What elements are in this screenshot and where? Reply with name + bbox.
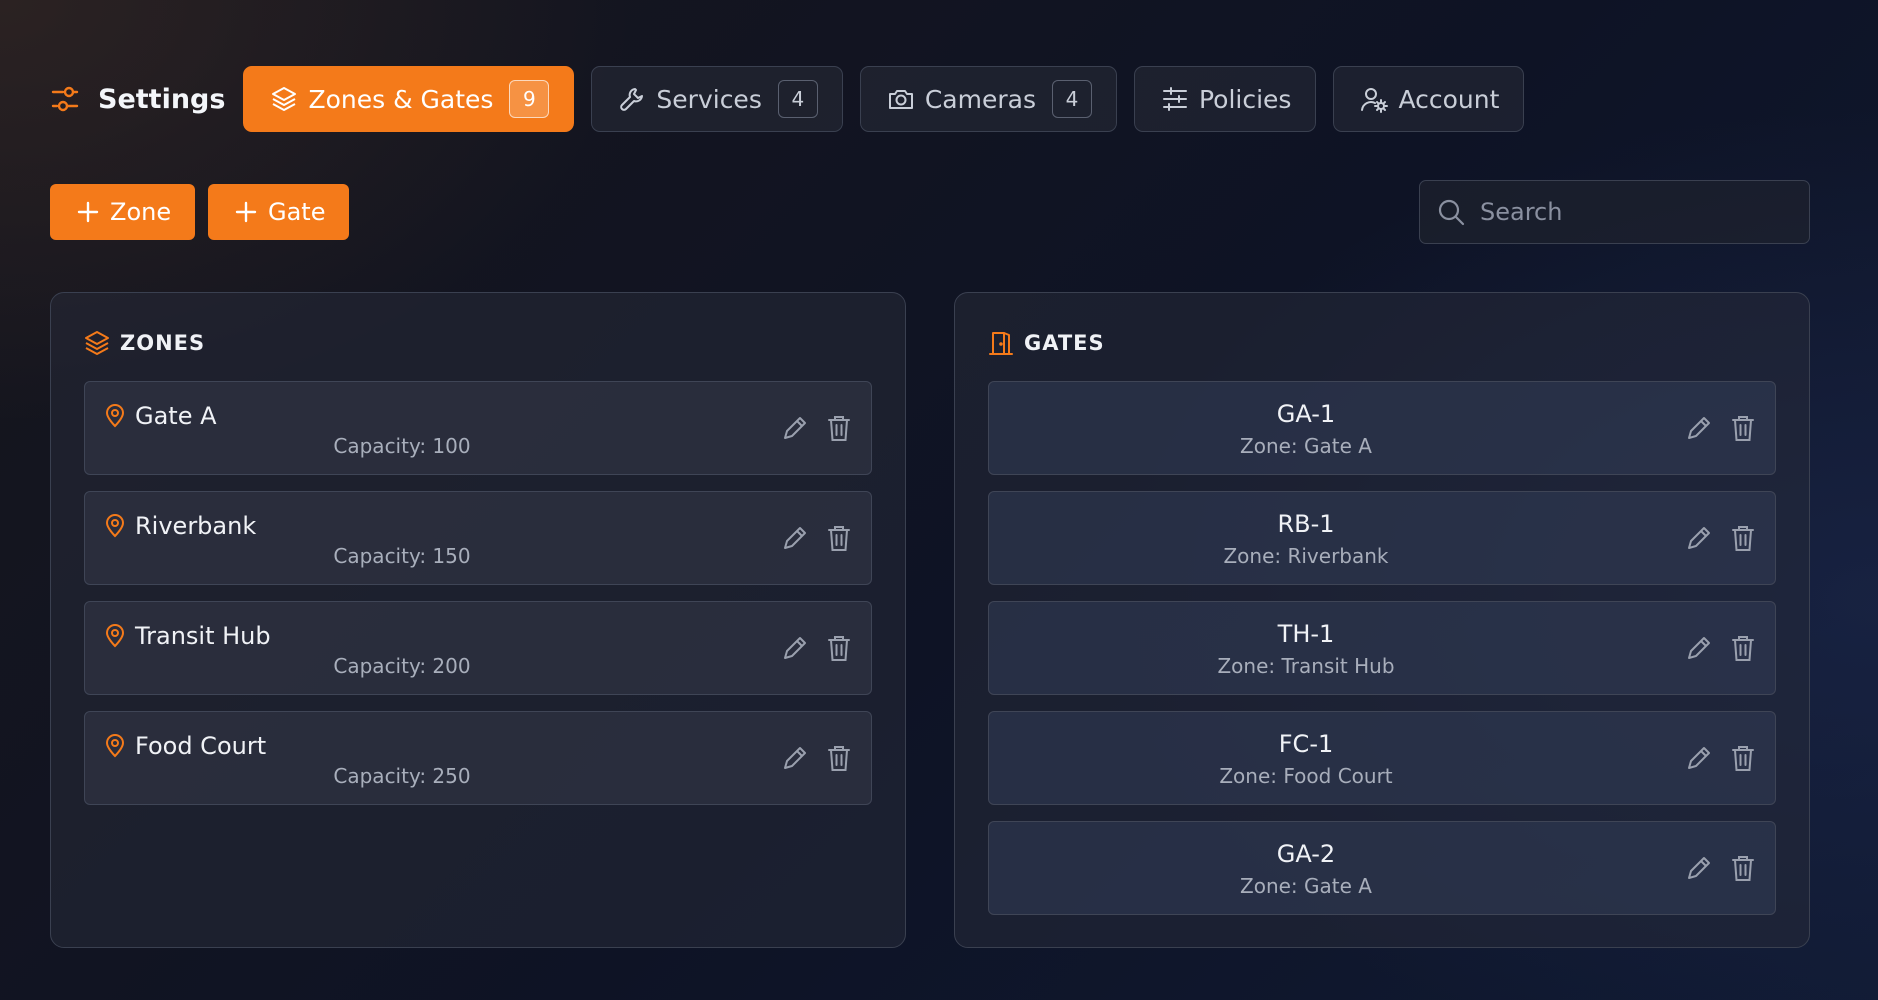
add-zone-button[interactable]: Zone	[50, 184, 196, 240]
search-box[interactable]	[1419, 180, 1810, 244]
trash-icon[interactable]	[1727, 632, 1759, 664]
add-zone-label: Zone	[110, 198, 172, 226]
gate-zone: Zone: Transit Hub	[1217, 654, 1395, 678]
tab-policies[interactable]: Policies	[1133, 66, 1317, 132]
tab-count-badge: 9	[509, 80, 550, 118]
zones-panel: ZONES Gate A Capacity: 100 Riverbank Cap…	[50, 292, 906, 948]
search-icon	[1438, 199, 1465, 226]
row-actions	[1671, 632, 1759, 664]
gate-name: FC-1	[1278, 730, 1334, 758]
trash-icon[interactable]	[823, 632, 855, 664]
tab-label: Account	[1398, 84, 1500, 114]
trash-icon[interactable]	[823, 412, 855, 444]
tab-zones-gates[interactable]: Zones & Gates 9	[243, 66, 575, 132]
user-gear-icon	[1361, 88, 1389, 113]
edit-pencil-icon[interactable]	[779, 412, 811, 444]
door-icon	[989, 332, 1013, 355]
settings-sliders-icon	[51, 86, 79, 112]
top-bar: Settings Zones & Gates 9 Services 4 Came…	[50, 66, 1541, 132]
tab-label: Policies	[1198, 84, 1292, 114]
trash-icon[interactable]	[823, 522, 855, 554]
tab-account[interactable]: Account	[1333, 66, 1525, 132]
zone-row[interactable]: Gate A Capacity: 100	[84, 381, 872, 475]
zones-header: ZONES	[83, 329, 205, 357]
map-pin-icon	[105, 404, 125, 428]
gate-zone: Zone: Gate A	[1240, 434, 1372, 458]
add-gate-button[interactable]: Gate	[208, 184, 350, 240]
row-actions	[1671, 522, 1759, 554]
zone-name: Food Court	[135, 732, 267, 760]
gate-name: TH-1	[1277, 620, 1335, 648]
gate-zone: Zone: Gate A	[1240, 874, 1372, 898]
gates-panel: GATES GA-1 Zone: Gate A RB-1 Zone: River…	[954, 292, 1810, 948]
zone-capacity: Capacity: 100	[333, 434, 471, 458]
zone-row[interactable]: Riverbank Capacity: 150	[84, 491, 872, 585]
tab-count-badge: 4	[777, 80, 818, 118]
gates-title: GATES	[1024, 331, 1105, 355]
tab-services[interactable]: Services 4	[591, 66, 843, 132]
gate-zone: Zone: Riverbank	[1223, 544, 1389, 568]
zone-name: Transit Hub	[135, 622, 271, 650]
plus-icon	[235, 201, 257, 223]
row-actions	[767, 742, 855, 774]
zone-name: Gate A	[135, 402, 217, 430]
camera-icon	[888, 90, 913, 109]
settings-title: Settings	[50, 84, 225, 115]
layers-icon	[85, 331, 109, 355]
edit-pencil-icon[interactable]	[1683, 742, 1715, 774]
row-actions	[767, 412, 855, 444]
tab-label: Cameras	[924, 84, 1036, 114]
zone-capacity: Capacity: 250	[333, 764, 471, 788]
edit-pencil-icon[interactable]	[1683, 632, 1715, 664]
tab-label: Zones & Gates	[308, 84, 494, 114]
gate-name: RB-1	[1277, 510, 1335, 538]
edit-pencil-icon[interactable]	[1683, 412, 1715, 444]
plus-icon	[77, 201, 99, 223]
map-pin-icon	[105, 624, 125, 648]
gates-header: GATES	[987, 329, 1105, 357]
gate-row[interactable]: GA-2 Zone: Gate A	[988, 821, 1776, 915]
edit-pencil-icon[interactable]	[1683, 522, 1715, 554]
edit-pencil-icon[interactable]	[779, 632, 811, 664]
zone-capacity: Capacity: 200	[333, 654, 471, 678]
map-pin-icon	[105, 514, 125, 538]
zone-row[interactable]: Transit Hub Capacity: 200	[84, 601, 872, 695]
row-actions	[767, 522, 855, 554]
gate-name: GA-1	[1276, 400, 1336, 428]
row-actions	[1671, 852, 1759, 884]
gate-row[interactable]: RB-1 Zone: Riverbank	[988, 491, 1776, 585]
search-input[interactable]	[1480, 198, 1809, 226]
row-actions	[1671, 742, 1759, 774]
tab-cameras[interactable]: Cameras 4	[859, 66, 1117, 132]
zone-row[interactable]: Food Court Capacity: 250	[84, 711, 872, 805]
gate-name: GA-2	[1276, 840, 1336, 868]
zones-title: ZONES	[120, 331, 206, 355]
tab-label: Services	[656, 84, 762, 114]
gates-list: GA-1 Zone: Gate A RB-1 Zone: Riverbank T…	[988, 381, 1776, 931]
trash-icon[interactable]	[1727, 742, 1759, 774]
trash-icon[interactable]	[1727, 412, 1759, 444]
wrench-icon	[620, 88, 644, 111]
zone-name: Riverbank	[135, 512, 257, 540]
tab-count-badge: 4	[1051, 80, 1092, 118]
row-actions	[1671, 412, 1759, 444]
zones-list: Gate A Capacity: 100 Riverbank Capacity:…	[84, 381, 872, 821]
gate-row[interactable]: GA-1 Zone: Gate A	[988, 381, 1776, 475]
layers-icon	[272, 87, 297, 111]
trash-icon[interactable]	[1727, 522, 1759, 554]
row-actions	[767, 632, 855, 664]
trash-icon[interactable]	[823, 742, 855, 774]
gate-row[interactable]: FC-1 Zone: Food Court	[988, 711, 1776, 805]
trash-icon[interactable]	[1727, 852, 1759, 884]
edit-pencil-icon[interactable]	[779, 522, 811, 554]
sliders-icon	[1162, 87, 1187, 111]
map-pin-icon	[105, 734, 125, 758]
zone-capacity: Capacity: 150	[333, 544, 471, 568]
gate-row[interactable]: TH-1 Zone: Transit Hub	[988, 601, 1776, 695]
add-gate-label: Gate	[268, 198, 326, 226]
edit-pencil-icon[interactable]	[1683, 852, 1715, 884]
page-title: Settings	[98, 83, 226, 115]
gate-zone: Zone: Food Court	[1219, 764, 1393, 788]
edit-pencil-icon[interactable]	[779, 742, 811, 774]
